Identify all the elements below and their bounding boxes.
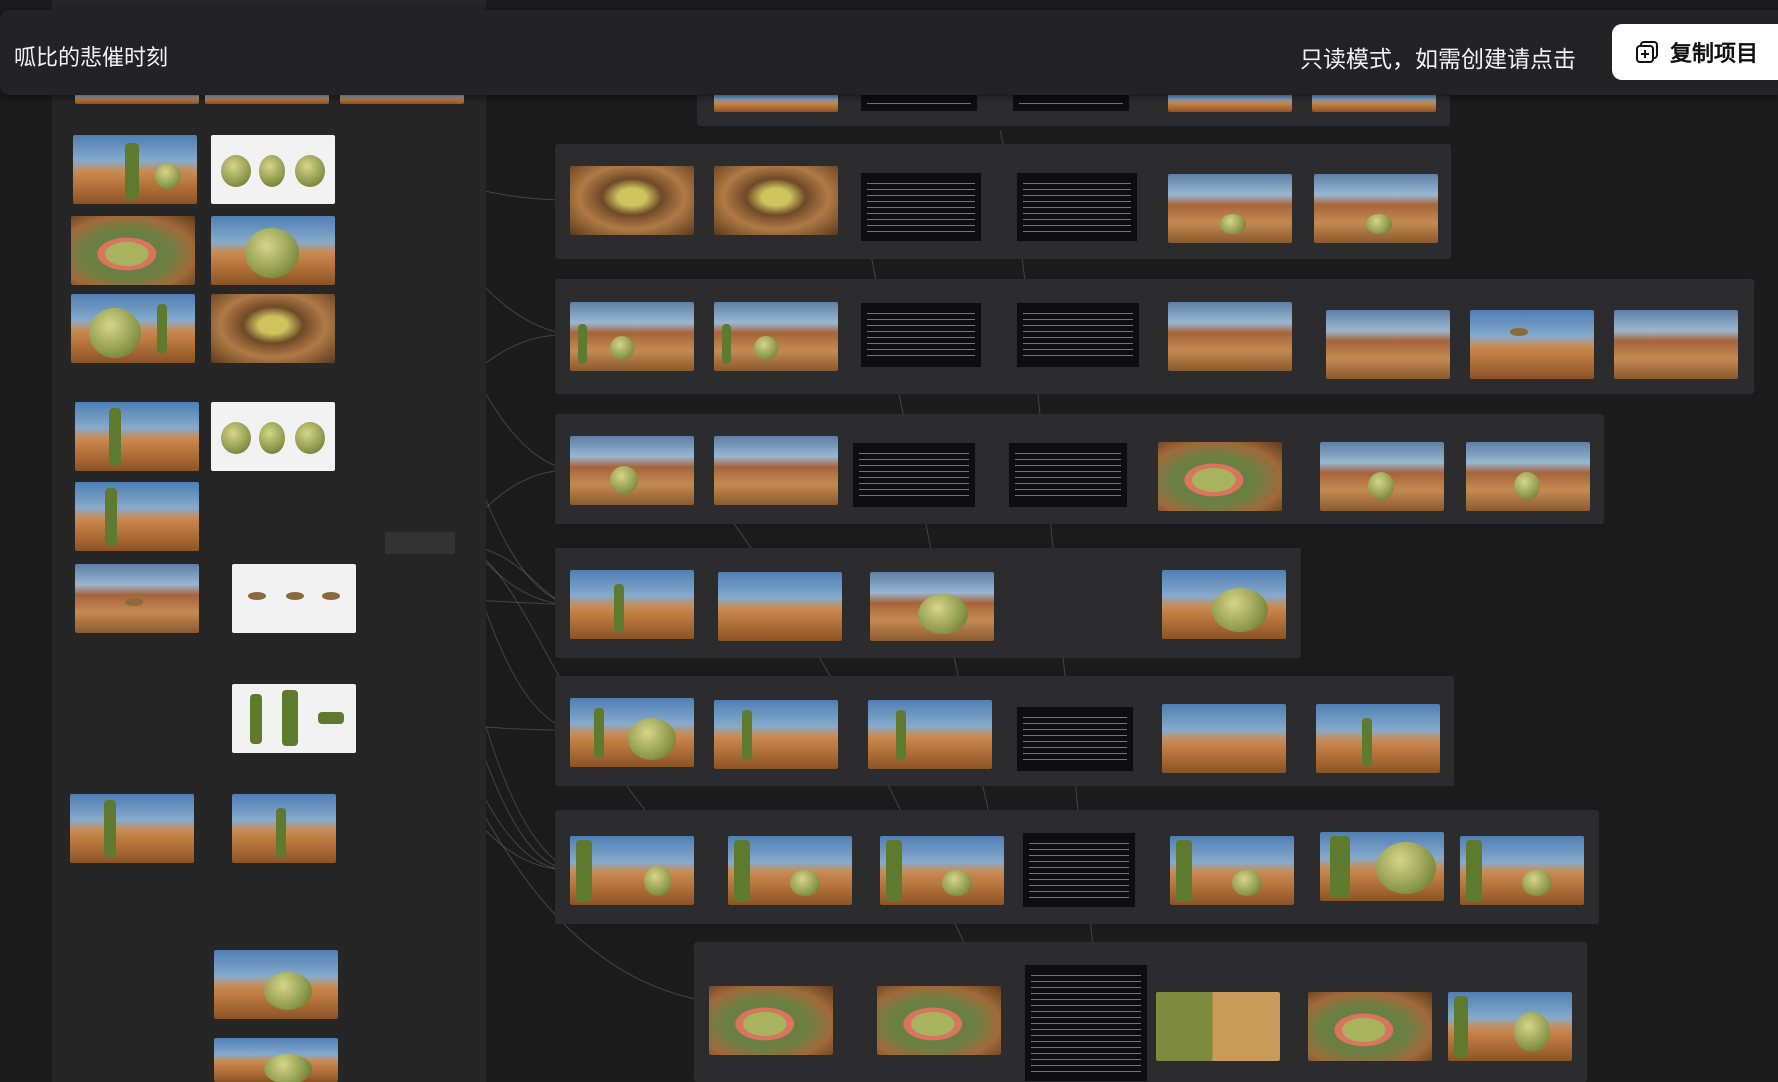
- prompt-text-node[interactable]: [1022, 832, 1136, 908]
- shot-image-node[interactable]: [570, 570, 694, 639]
- ref-sheet-node[interactable]: [211, 135, 335, 204]
- shot-image-node[interactable]: [868, 700, 992, 769]
- copy-project-button[interactable]: 复制项目: [1612, 24, 1778, 80]
- shot-image-node[interactable]: [570, 436, 694, 505]
- shot-image-node[interactable]: [1448, 992, 1572, 1061]
- ref-cactus-sheet-node[interactable]: [232, 684, 356, 753]
- ref-image-node[interactable]: [75, 402, 199, 471]
- shot-image-node[interactable]: [709, 986, 833, 1055]
- prompt-text-node[interactable]: [1012, 92, 1130, 112]
- ref-image-node[interactable]: [70, 794, 194, 863]
- project-title: 呱比的悲催时刻: [14, 46, 169, 71]
- ref-image-node[interactable]: [75, 482, 199, 551]
- shot-image-node[interactable]: [1320, 442, 1444, 511]
- shot-image-node[interactable]: [1158, 442, 1282, 511]
- shot-image-node[interactable]: [1168, 302, 1292, 371]
- shot-image-node[interactable]: [1470, 310, 1594, 379]
- header-bar: 呱比的悲催时刻 只读模式，如需创建请点击 复制项目: [0, 10, 1778, 95]
- shot-image-node[interactable]: [1168, 174, 1292, 243]
- prompt-text-node[interactable]: [860, 92, 978, 112]
- shot-image-node[interactable]: [1170, 836, 1294, 905]
- shot-image-node[interactable]: [570, 698, 694, 767]
- ref-image-node[interactable]: [73, 135, 197, 204]
- prompt-text-node[interactable]: [1016, 706, 1134, 772]
- prompt-text-node[interactable]: [1024, 964, 1148, 1082]
- shot-image-node[interactable]: [1466, 442, 1590, 511]
- shot-image-node[interactable]: [718, 572, 842, 641]
- prompt-text-node[interactable]: [860, 172, 982, 242]
- ref-image-node[interactable]: [211, 216, 335, 285]
- shot-image-node[interactable]: [1312, 92, 1436, 112]
- ref-image-node[interactable]: [214, 950, 338, 1019]
- shot-image-node[interactable]: [877, 986, 1001, 1055]
- shot-image-node[interactable]: [570, 166, 694, 235]
- shot-image-node[interactable]: [714, 700, 838, 769]
- shot-image-node[interactable]: [1320, 832, 1444, 901]
- shot-image-node[interactable]: [714, 302, 838, 371]
- ref-image-node[interactable]: [232, 794, 336, 863]
- shot-image-node[interactable]: [728, 836, 852, 905]
- shot-image-node[interactable]: [1460, 836, 1584, 905]
- ref-insect-sheet-node[interactable]: [232, 564, 356, 633]
- copy-plus-icon: [1634, 39, 1660, 65]
- prompt-text-node[interactable]: [1016, 172, 1138, 242]
- small-control-node[interactable]: [385, 532, 455, 554]
- prompt-text-node[interactable]: [852, 442, 976, 508]
- shot-image-node[interactable]: [1326, 310, 1450, 379]
- ref-image-node[interactable]: [71, 294, 195, 363]
- shot-image-node[interactable]: [1316, 704, 1440, 773]
- shot-image-node[interactable]: [1308, 992, 1432, 1061]
- ref-image-node[interactable]: [211, 294, 335, 363]
- shot-image-node[interactable]: [870, 572, 994, 641]
- shot-image-node[interactable]: [1162, 570, 1286, 639]
- shot-image-node[interactable]: [570, 836, 694, 905]
- shot-image-node[interactable]: [1168, 92, 1292, 112]
- shot-image-node[interactable]: [714, 436, 838, 505]
- shot-image-node[interactable]: [1156, 992, 1280, 1061]
- readonly-hint: 只读模式，如需创建请点击: [1300, 47, 1576, 73]
- ref-image-node[interactable]: [75, 564, 199, 633]
- node-canvas[interactable]: [0, 0, 1778, 1082]
- copy-project-label: 复制项目: [1670, 42, 1759, 67]
- prompt-text-node[interactable]: [860, 302, 982, 368]
- ref-image-node[interactable]: [214, 1038, 338, 1082]
- ref-sheet-node[interactable]: [211, 402, 335, 471]
- shot-image-node[interactable]: [570, 302, 694, 371]
- prompt-text-node[interactable]: [1008, 442, 1128, 508]
- shot-image-node[interactable]: [1614, 310, 1738, 379]
- shot-image-node[interactable]: [1314, 174, 1438, 243]
- shot-image-node[interactable]: [880, 836, 1004, 905]
- shot-image-node[interactable]: [714, 92, 838, 112]
- prompt-text-node[interactable]: [1016, 302, 1140, 368]
- shot-image-node[interactable]: [1162, 704, 1286, 773]
- shot-image-node[interactable]: [714, 166, 838, 235]
- ref-image-node[interactable]: [71, 216, 195, 285]
